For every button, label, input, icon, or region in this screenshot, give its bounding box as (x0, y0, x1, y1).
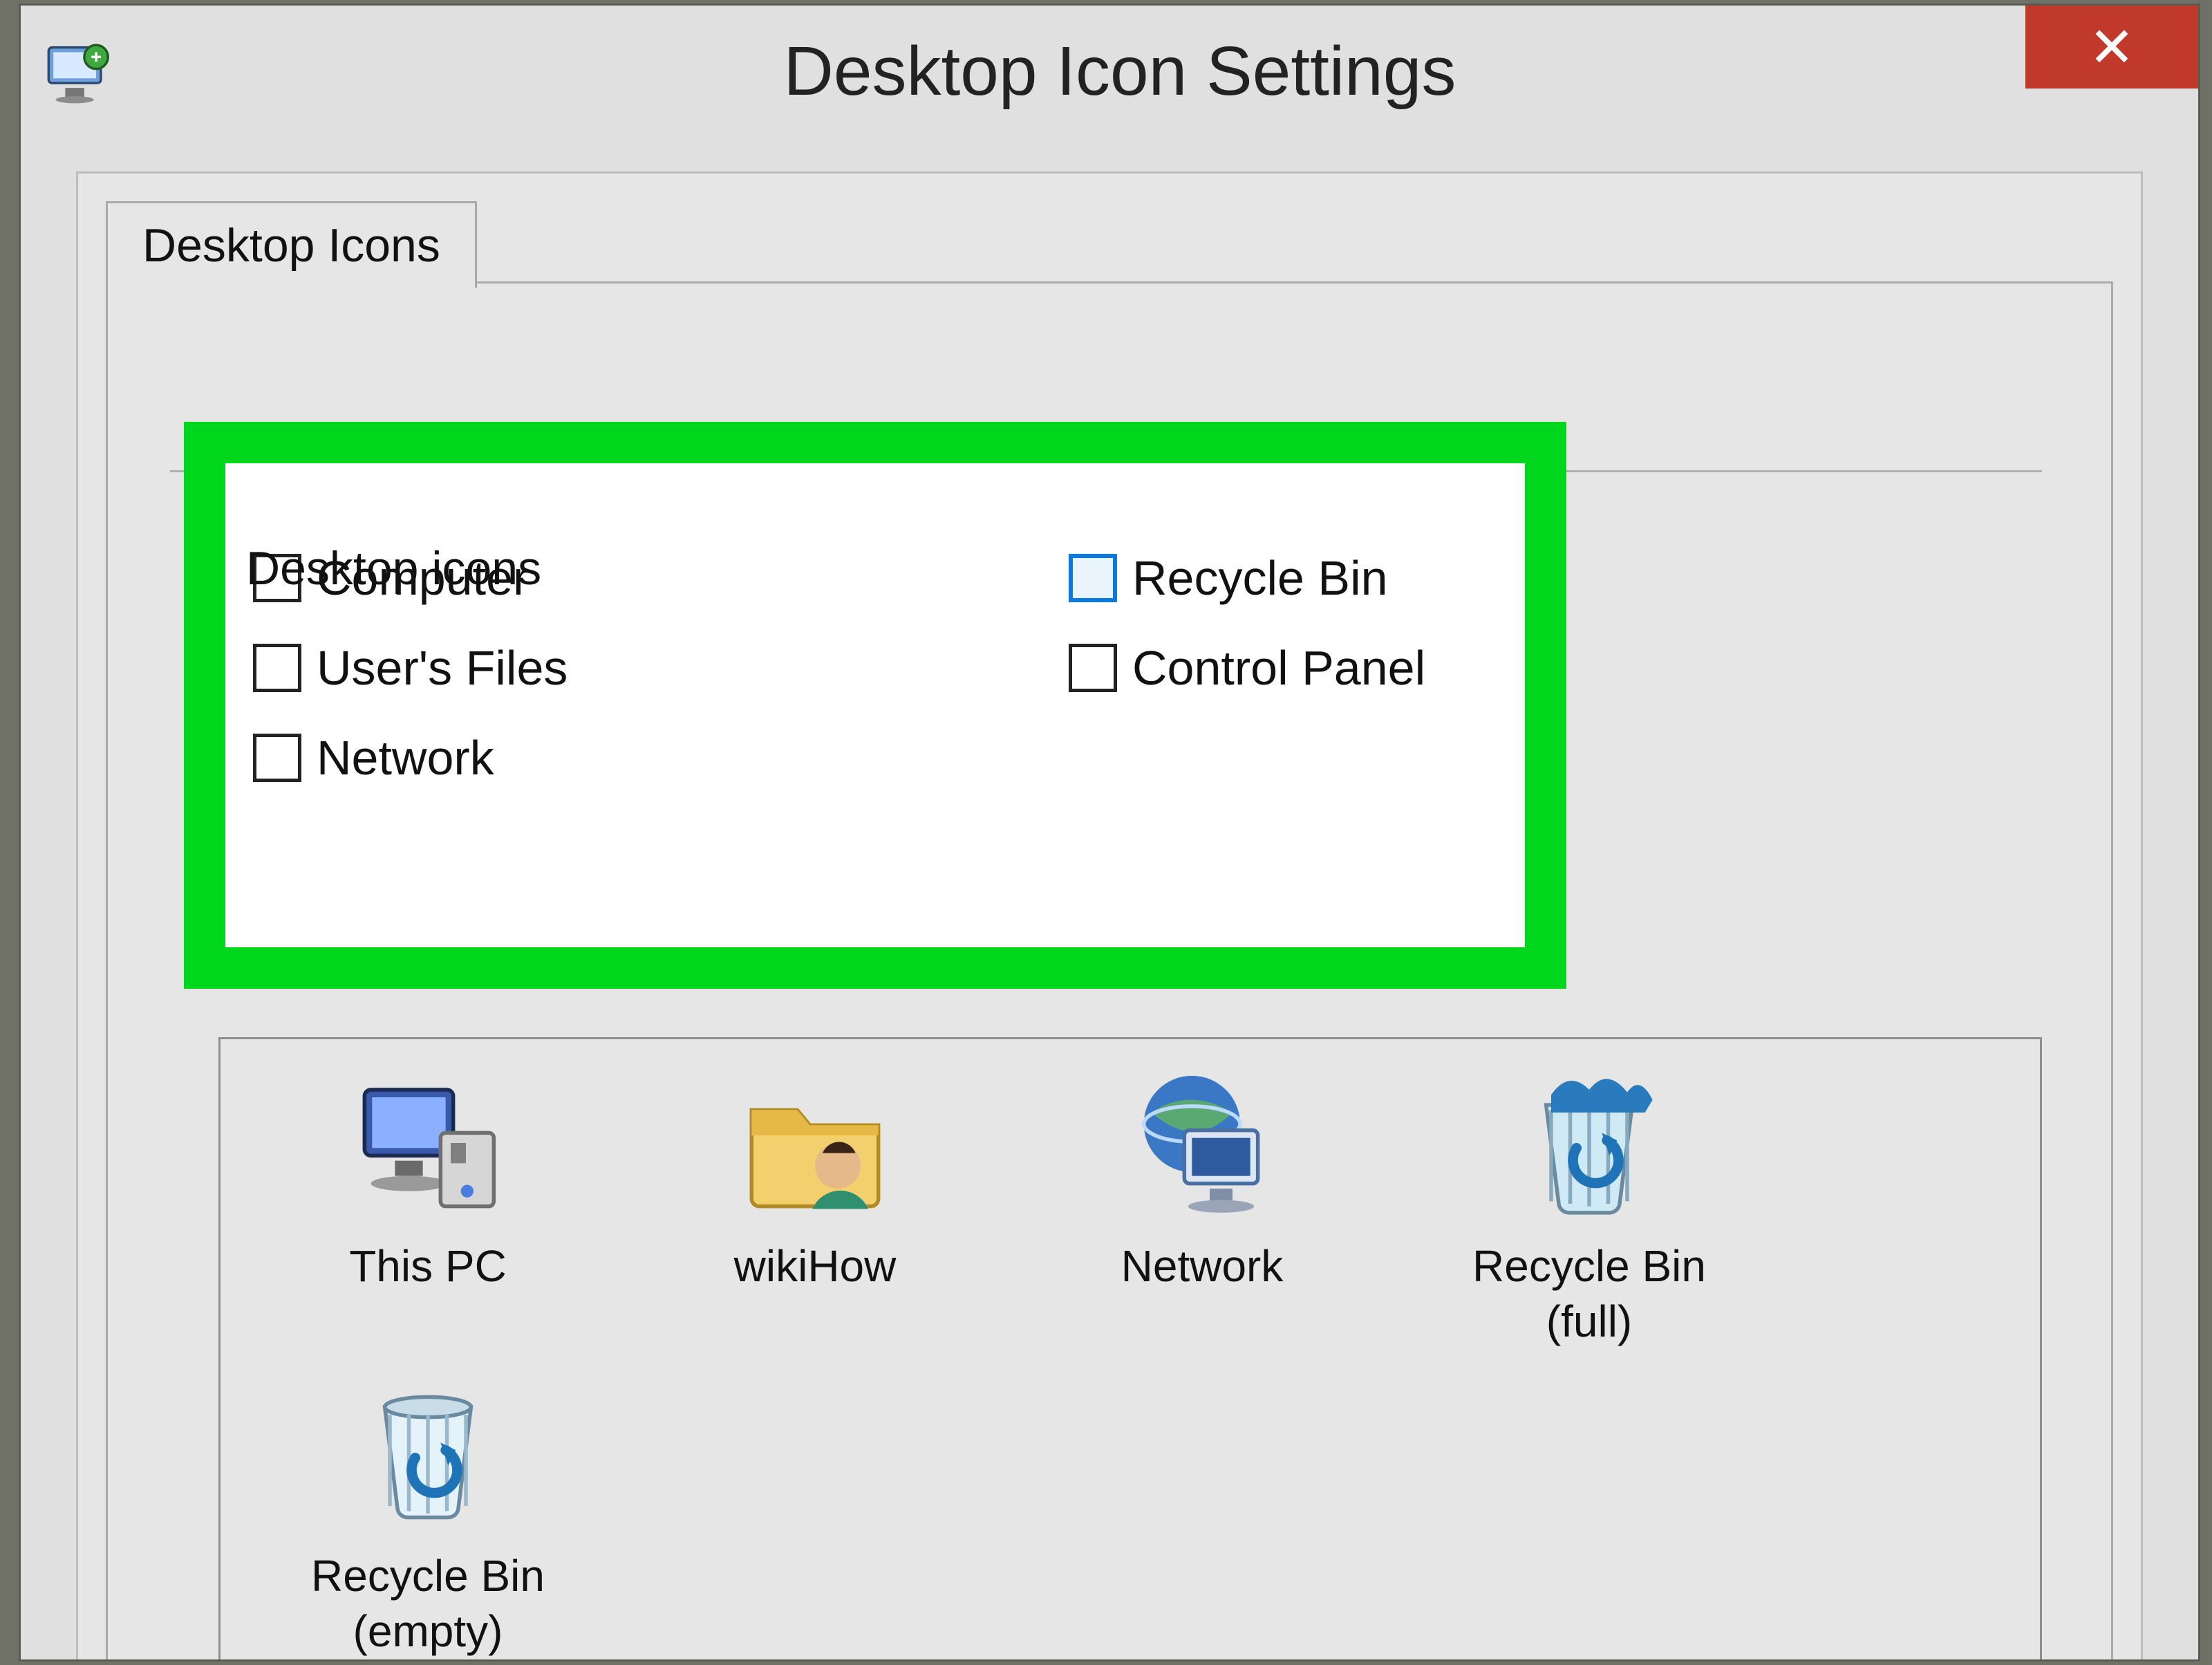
icon-preview-list: This PC wikiHow (218, 1037, 2042, 1659)
groupbox-title: Desktop icons (246, 541, 558, 595)
preview-label: Network (1121, 1238, 1284, 1294)
client-area: Desktop Icons Desktop icons Computer (76, 171, 2143, 1659)
preview-label: Recycle Bin(empty) (311, 1548, 545, 1659)
tab-label: Desktop Icons (142, 219, 440, 272)
tutorial-highlight: Desktop icons Computer User's Files (184, 422, 1566, 989)
tab-panel: Desktop icons Computer User's Files (106, 281, 2113, 1659)
checkbox-recycle-bin[interactable]: Recycle Bin (1069, 550, 1425, 606)
user-folder-icon (732, 1060, 898, 1226)
checkbox-box-icon (253, 734, 301, 782)
preview-label: This PC (349, 1238, 507, 1294)
preview-label: wikiHow (734, 1238, 897, 1294)
checkbox-control-panel[interactable]: Control Panel (1069, 640, 1425, 696)
checkbox-users-files[interactable]: User's Files (253, 640, 1069, 696)
titlebar: Desktop Icon Settings ✕ (21, 6, 2198, 137)
preview-label: Recycle Bin(full) (1472, 1238, 1706, 1349)
network-icon (1119, 1060, 1285, 1226)
preview-item-user-folder[interactable]: wikiHow (621, 1060, 1009, 1349)
checkbox-label: Control Panel (1132, 640, 1425, 696)
preview-item-network[interactable]: Network (1009, 1060, 1396, 1349)
close-button[interactable]: ✕ (2025, 6, 2198, 89)
checkbox-box-icon (1069, 554, 1117, 602)
checkbox-network[interactable]: Network (253, 730, 1069, 785)
checkbox-label: Network (317, 730, 494, 785)
preview-item-recycle-full[interactable]: Recycle Bin(full) (1396, 1060, 1783, 1349)
tab-desktop-icons[interactable]: Desktop Icons (106, 201, 477, 288)
recycle-bin-empty-icon (345, 1370, 511, 1536)
checkbox-label: Recycle Bin (1132, 550, 1388, 606)
preview-item-this-pc[interactable]: This PC (234, 1060, 621, 1349)
recycle-bin-full-icon (1506, 1060, 1672, 1226)
preview-item-recycle-empty[interactable]: Recycle Bin(empty) (234, 1370, 621, 1659)
close-icon: ✕ (2088, 15, 2135, 80)
checkbox-box-icon (253, 644, 301, 692)
this-pc-icon (345, 1060, 511, 1226)
checkbox-label: User's Files (317, 640, 568, 696)
checkbox-box-icon (1069, 644, 1117, 692)
desktop-icon-settings-window: Desktop Icon Settings ✕ Desktop Icons De… (21, 6, 2198, 1659)
window-title: Desktop Icon Settings (41, 32, 2198, 111)
